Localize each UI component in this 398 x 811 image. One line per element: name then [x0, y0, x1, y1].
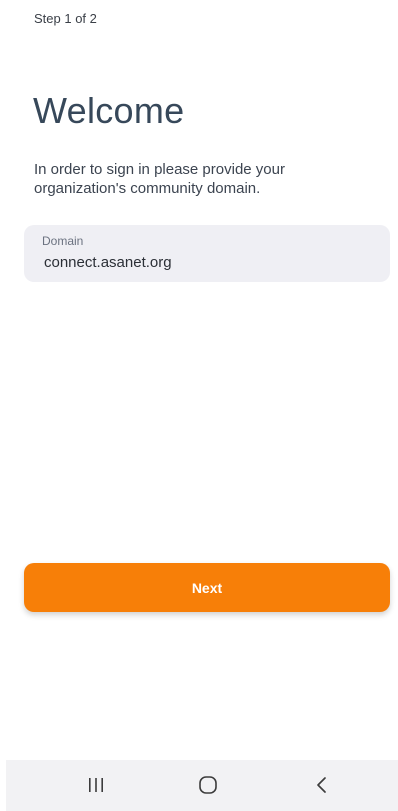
back-button[interactable] [302, 770, 342, 800]
step-indicator: Step 1 of 2 [34, 11, 97, 26]
next-button[interactable]: Next [24, 563, 390, 612]
home-button[interactable] [188, 770, 228, 800]
recent-apps-icon [89, 778, 103, 792]
recent-apps-button[interactable] [76, 770, 116, 800]
instruction-text: In order to sign in please provide your … [34, 161, 285, 197]
domain-label: Domain [42, 234, 84, 248]
system-navigation-bar [6, 760, 398, 811]
home-icon [199, 776, 217, 794]
page-title: Welcome [33, 90, 185, 131]
back-icon [317, 777, 326, 793]
domain-input[interactable] [44, 254, 364, 271]
domain-field[interactable]: Domain [24, 225, 390, 282]
